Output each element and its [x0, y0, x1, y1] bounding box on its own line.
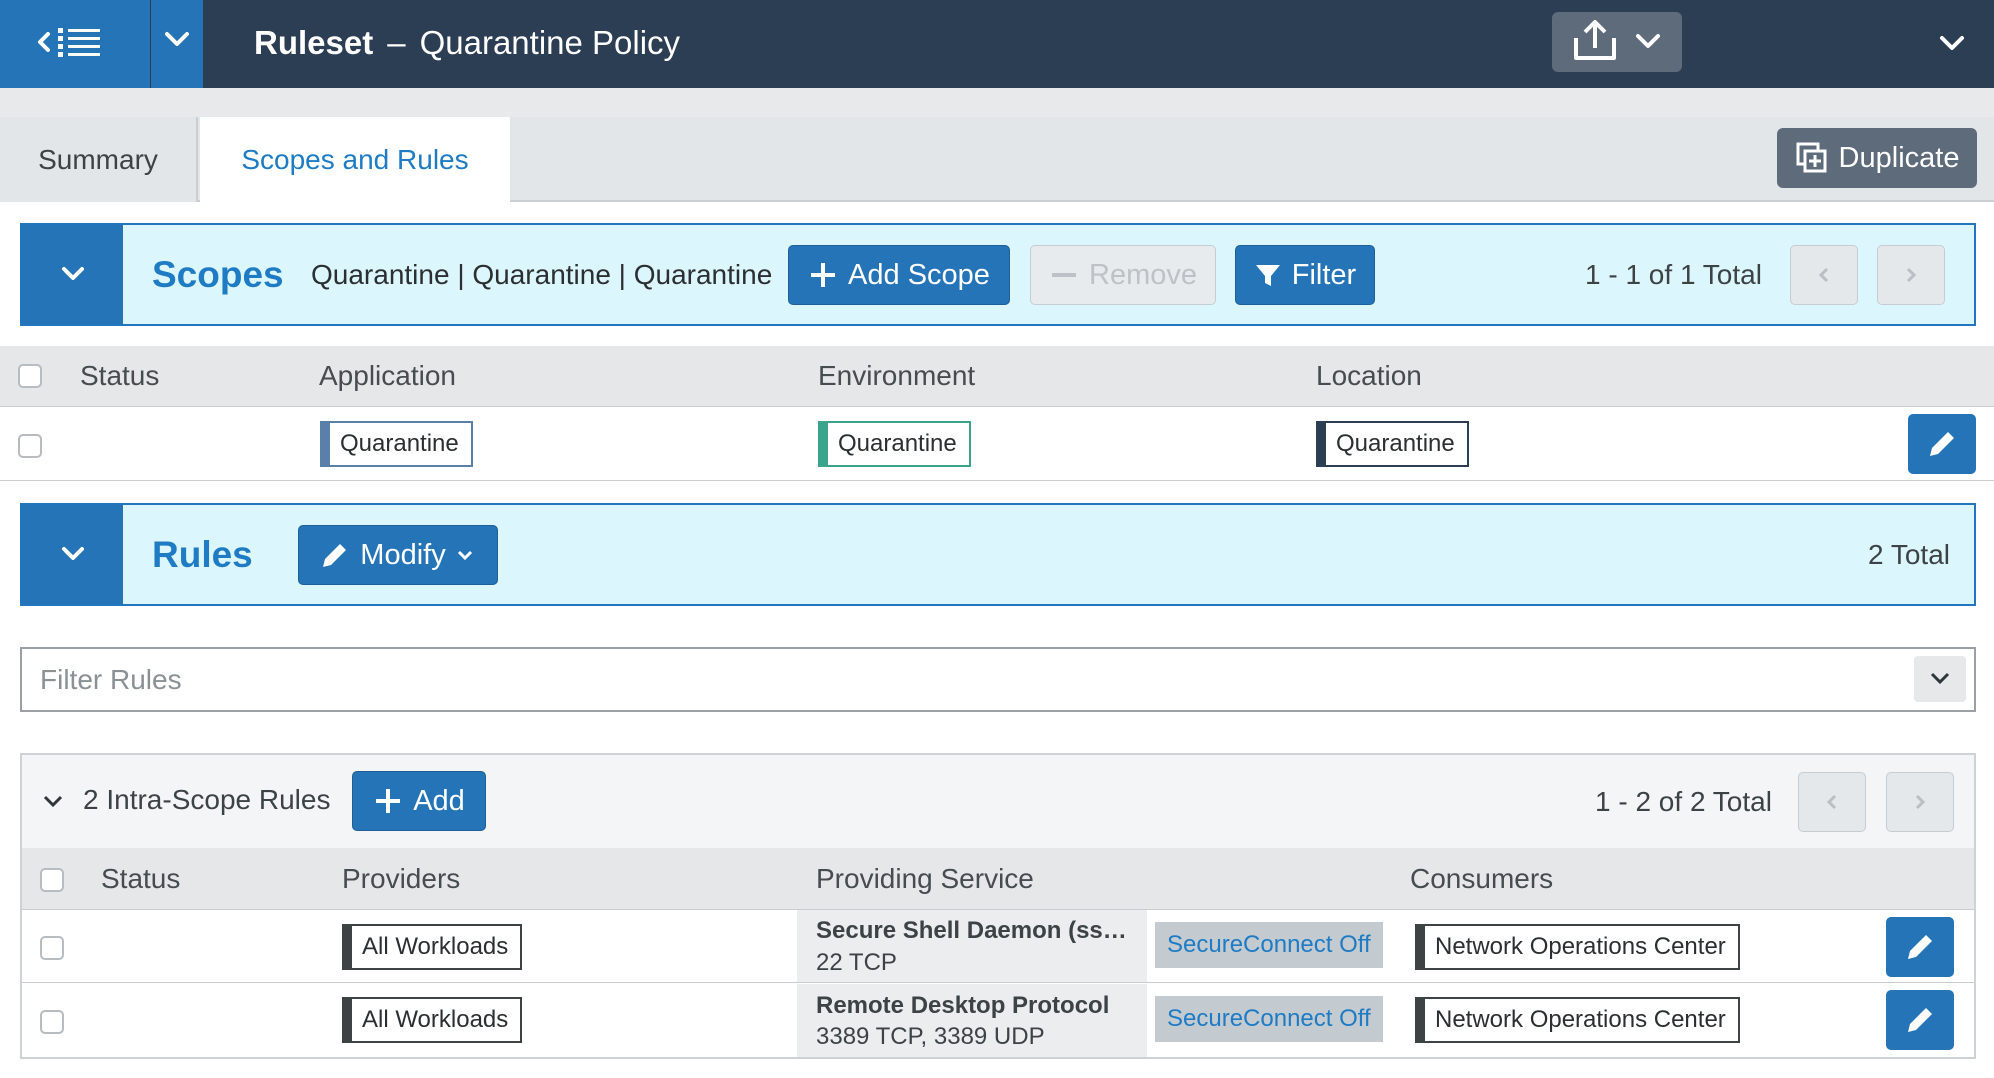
chevron-left-icon	[1818, 267, 1829, 283]
service-name: Secure Shell Daemon (ss…	[816, 917, 1127, 944]
scopes-table-bottom-border	[0, 480, 1994, 481]
chevron-down-icon	[1930, 672, 1950, 685]
navigation-menu-button[interactable]	[0, 0, 150, 88]
add-scope-button[interactable]: Add Scope	[788, 245, 1010, 305]
tab-summary[interactable]: Summary	[0, 117, 198, 202]
pencil-icon	[1908, 935, 1932, 959]
provider-label: All Workloads	[342, 997, 523, 1043]
column-header-status: Status	[80, 360, 160, 391]
header-spacer	[0, 88, 1994, 117]
consumer-label: Network Operations Center	[1415, 924, 1740, 970]
rules-prev-page-button[interactable]	[1798, 772, 1866, 832]
tab-scopes-and-rules[interactable]: Scopes and Rules	[200, 117, 510, 204]
column-header-providers: Providers	[342, 863, 461, 894]
rule-row-checkbox[interactable]	[40, 936, 64, 960]
duplicate-button[interactable]: Duplicate	[1777, 128, 1977, 188]
chevron-down-icon	[62, 547, 84, 560]
pencil-icon	[323, 544, 347, 567]
page-title: Ruleset – Quarantine Policy	[254, 20, 680, 66]
header-menu-chevron[interactable]	[1930, 22, 1974, 66]
scopes-prev-page-button[interactable]	[1790, 245, 1858, 305]
scopes-summary: Quarantine | Quarantine | Quarantine	[311, 259, 773, 290]
column-header-environment: Environment	[818, 360, 976, 391]
scope-row-checkbox[interactable]	[18, 434, 42, 458]
rules-pagination: 1 - 2 of 2 Total	[1595, 786, 1772, 817]
rules-total: 2 Total	[1868, 539, 1950, 570]
modify-button[interactable]: Modify	[298, 525, 498, 585]
upload-icon	[1574, 20, 1660, 60]
rules-title: Rules	[152, 534, 253, 575]
filter-rules-input[interactable]	[20, 647, 1976, 712]
duplicate-icon	[1796, 142, 1827, 173]
back-list-icon	[38, 28, 100, 57]
scopes-select-all-checkbox[interactable]	[18, 364, 42, 388]
scopes-title: Scopes	[152, 254, 284, 295]
rules-next-page-button[interactable]	[1886, 772, 1954, 832]
rules-section-bar: Rules Modify 2 Total	[20, 503, 1976, 606]
chevron-right-icon	[1915, 794, 1926, 810]
secureconnect-badge: SecureConnect Off	[1155, 996, 1383, 1042]
edit-rule-button[interactable]	[1886, 990, 1954, 1050]
plus-icon	[376, 789, 401, 813]
export-button[interactable]	[1552, 12, 1682, 72]
secureconnect-badge: SecureConnect Off	[1155, 922, 1383, 968]
minus-icon	[1052, 273, 1076, 277]
modify-label: Modify	[360, 538, 446, 571]
filter-label: Filter	[1291, 258, 1357, 291]
column-header-providing-service: Providing Service	[816, 863, 1034, 894]
provider-label: All Workloads	[342, 924, 523, 970]
chevron-down-icon	[62, 267, 84, 280]
remove-scope-button[interactable]: Remove	[1030, 245, 1216, 305]
add-rule-label: Add	[413, 784, 465, 817]
rules-collapse-toggle[interactable]	[22, 505, 123, 604]
scopes-table-header	[0, 346, 1994, 407]
duplicate-label: Duplicate	[1838, 141, 1960, 174]
chevron-down-icon	[43, 795, 63, 808]
environment-label: Quarantine	[818, 421, 971, 467]
consumer-label: Network Operations Center	[1415, 997, 1740, 1043]
location-label: Quarantine	[1316, 421, 1469, 467]
row-divider	[22, 982, 1974, 983]
edit-rule-button[interactable]	[1886, 917, 1954, 977]
chevron-down-icon	[165, 32, 189, 46]
chevron-right-icon	[1906, 267, 1917, 283]
filter-button[interactable]: Filter	[1235, 245, 1375, 305]
title-separator: –	[387, 24, 406, 61]
chevron-down-icon	[457, 550, 472, 561]
scopes-section-bar: Scopes Quarantine | Quarantine | Quarant…	[20, 223, 1976, 326]
scopes-next-page-button[interactable]	[1877, 245, 1945, 305]
ruleset-name: Quarantine Policy	[419, 24, 681, 61]
intra-scope-rules-title: 2 Intra-Scope Rules	[83, 784, 331, 815]
chevron-down-icon	[1940, 36, 1964, 50]
filter-rules-placeholder: Filter Rules	[40, 664, 182, 695]
funnel-icon	[1255, 265, 1280, 286]
ruleset-label: Ruleset	[254, 24, 374, 61]
edit-scope-button[interactable]	[1908, 414, 1976, 474]
column-header-application: Application	[319, 360, 456, 391]
application-label: Quarantine	[320, 421, 473, 467]
chevron-left-icon	[1826, 794, 1837, 810]
intra-scope-collapse-toggle[interactable]	[38, 786, 68, 816]
scopes-collapse-toggle[interactable]	[22, 225, 123, 324]
navigation-dropdown-button[interactable]	[151, 0, 203, 88]
plus-icon	[811, 263, 836, 287]
pencil-icon	[1908, 1008, 1932, 1032]
rules-select-all-checkbox[interactable]	[40, 868, 64, 892]
rule-row-checkbox[interactable]	[40, 1010, 64, 1034]
column-header-consumers: Consumers	[1410, 863, 1554, 894]
scopes-pagination: 1 - 1 of 1 Total	[1585, 259, 1762, 290]
column-header-status: Status	[101, 863, 181, 894]
pencil-icon	[1930, 432, 1954, 456]
filter-rules-dropdown-button[interactable]	[1914, 656, 1966, 702]
add-rule-button[interactable]: Add	[352, 771, 486, 831]
service-ports: 3389 TCP, 3389 UDP	[816, 1023, 1045, 1050]
column-header-location: Location	[1316, 360, 1422, 391]
add-scope-label: Add Scope	[848, 258, 990, 291]
remove-label: Remove	[1089, 258, 1197, 291]
service-ports: 22 TCP	[816, 949, 897, 976]
service-name: Remote Desktop Protocol	[816, 992, 1110, 1019]
